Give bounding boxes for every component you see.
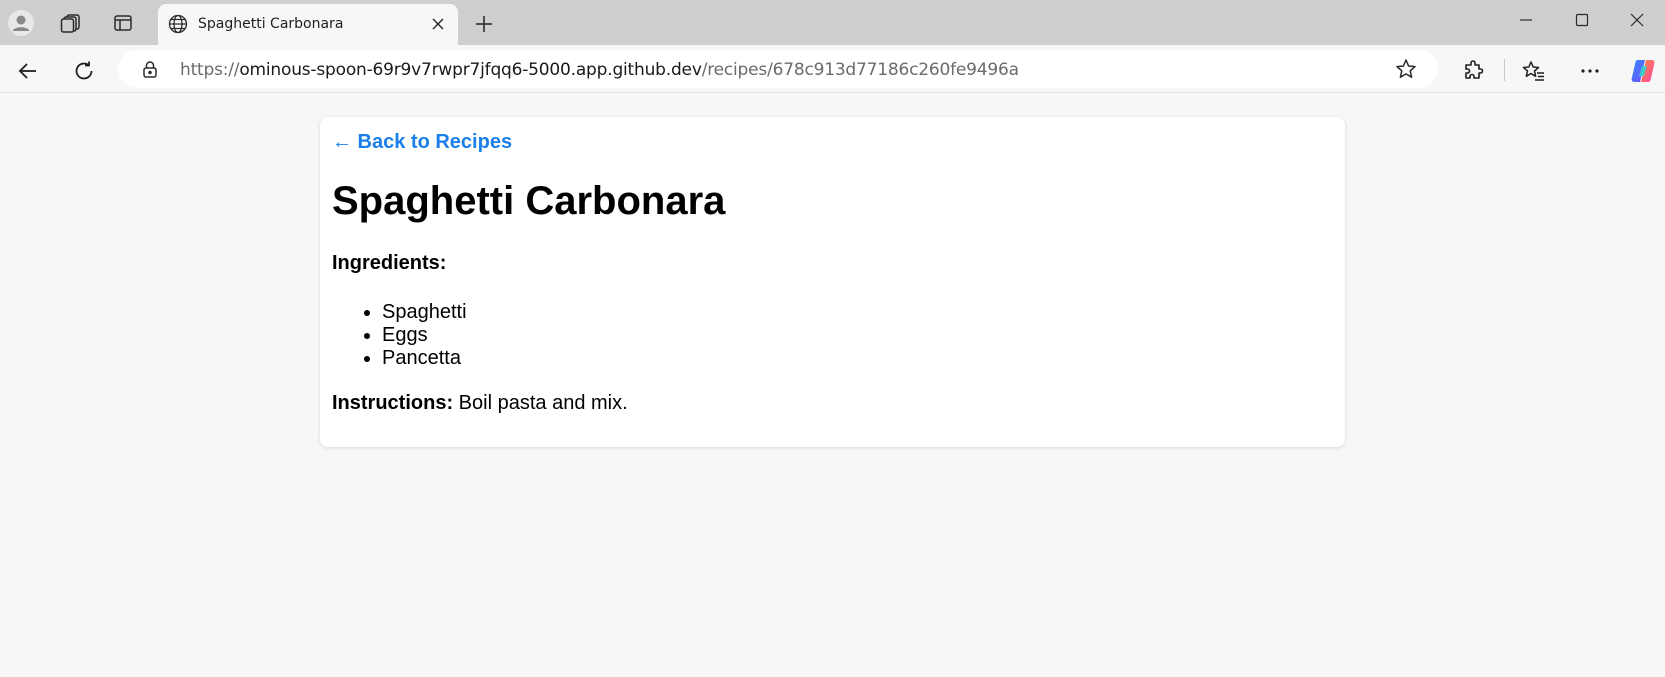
favorites-icon[interactable] bbox=[1516, 53, 1552, 89]
globe-icon bbox=[166, 12, 190, 36]
minimize-icon[interactable] bbox=[1498, 0, 1554, 40]
window-close-icon[interactable] bbox=[1609, 0, 1665, 40]
plus-icon[interactable] bbox=[468, 8, 500, 40]
browser-toolbar: https://ominous-spoon-69r9v7rwpr7jfqq6-5… bbox=[0, 45, 1665, 93]
instructions: Instructions: Boil pasta and mix. bbox=[332, 392, 628, 415]
more-icon[interactable] bbox=[1572, 53, 1608, 89]
workspaces-icon[interactable] bbox=[55, 7, 87, 39]
instructions-text: Boil pasta and mix. bbox=[453, 392, 628, 414]
lock-icon[interactable] bbox=[140, 59, 160, 79]
address-bar[interactable]: https://ominous-spoon-69r9v7rwpr7jfqq6-5… bbox=[118, 50, 1438, 88]
page-title: Spaghetti Carbonara bbox=[332, 179, 726, 223]
tab-strip: Spaghetti Carbonara bbox=[0, 0, 1665, 45]
ingredients-heading: Ingredients: bbox=[332, 252, 447, 274]
ingredients-list: Spaghetti Eggs Pancetta bbox=[382, 301, 467, 370]
star-icon[interactable] bbox=[1394, 57, 1418, 81]
close-icon[interactable] bbox=[426, 12, 450, 36]
url-scheme: https:// bbox=[180, 60, 240, 80]
active-tab[interactable]: Spaghetti Carbonara bbox=[158, 4, 458, 45]
url-host: ominous-spoon-69r9v7rwpr7jfqq6-5000.app.… bbox=[239, 60, 702, 80]
maximize-icon[interactable] bbox=[1554, 0, 1610, 40]
list-item: Eggs bbox=[382, 324, 467, 347]
list-item: Spaghetti bbox=[382, 301, 467, 324]
recipe-card: ← Back to Recipes Spaghetti Carbonara In… bbox=[320, 117, 1345, 447]
tab-title: Spaghetti Carbonara bbox=[198, 16, 344, 32]
url-text[interactable]: https://ominous-spoon-69r9v7rwpr7jfqq6-5… bbox=[180, 60, 1019, 80]
profile-icon[interactable] bbox=[5, 7, 37, 39]
copilot-icon[interactable] bbox=[1625, 53, 1661, 89]
back-icon[interactable] bbox=[10, 53, 46, 89]
tab-actions-icon[interactable] bbox=[107, 7, 139, 39]
extensions-icon[interactable] bbox=[1456, 53, 1492, 89]
toolbar-divider bbox=[1504, 59, 1505, 81]
instructions-label: Instructions: bbox=[332, 392, 454, 414]
url-path: /recipes/678c913d77186c260fe9496a bbox=[701, 60, 1019, 80]
back-to-recipes-link[interactable]: ← Back to Recipes bbox=[332, 131, 512, 154]
refresh-icon[interactable] bbox=[66, 53, 102, 89]
list-item: Pancetta bbox=[382, 347, 467, 370]
